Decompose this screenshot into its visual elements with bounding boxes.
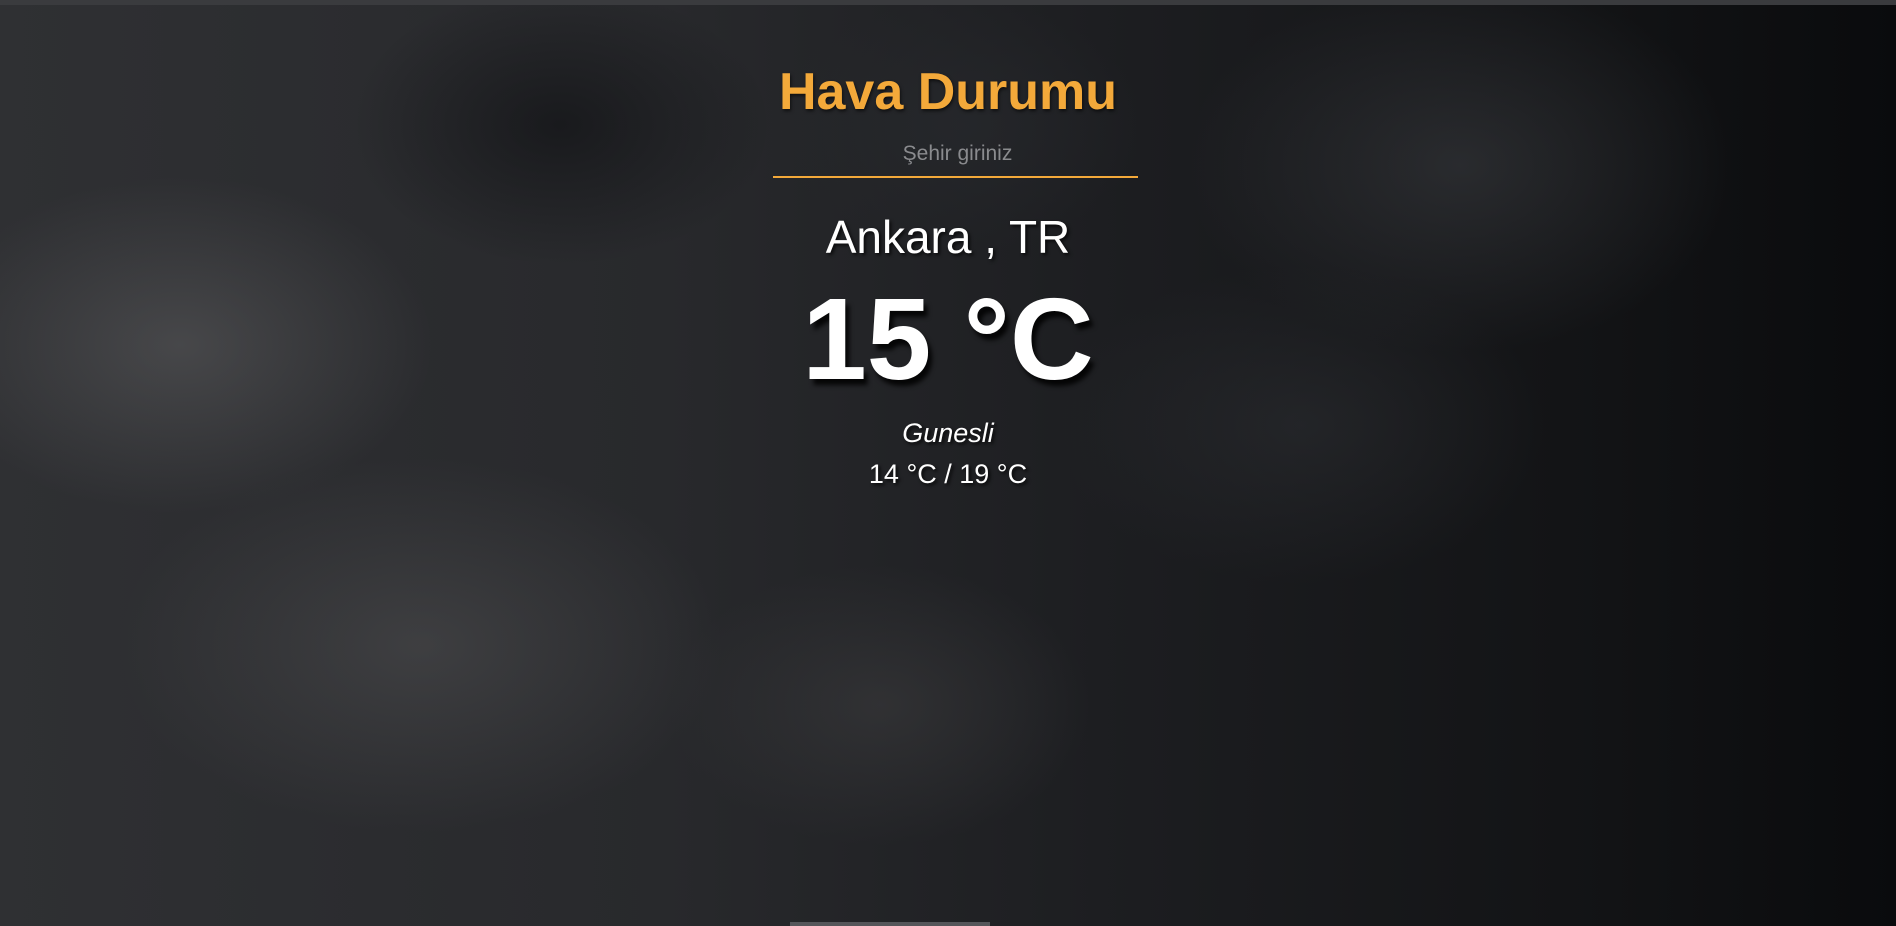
- weather-condition: Gunesli: [902, 418, 994, 448]
- weather-app: Hava Durumu Ankara , TR 15 °C Gunesli 14…: [0, 0, 1896, 926]
- temperature-range: 14 °C / 19 °C: [868, 459, 1028, 489]
- city-search-input[interactable]: [773, 135, 1142, 173]
- app-title: Hava Durumu: [778, 63, 1118, 121]
- current-temperature: 15 °C: [802, 274, 1094, 404]
- browser-top-strip: [0, 0, 1896, 5]
- horizontal-scrollbar[interactable]: [790, 922, 990, 926]
- city-name: Ankara , TR: [825, 211, 1071, 263]
- city-search-box: [773, 132, 1142, 178]
